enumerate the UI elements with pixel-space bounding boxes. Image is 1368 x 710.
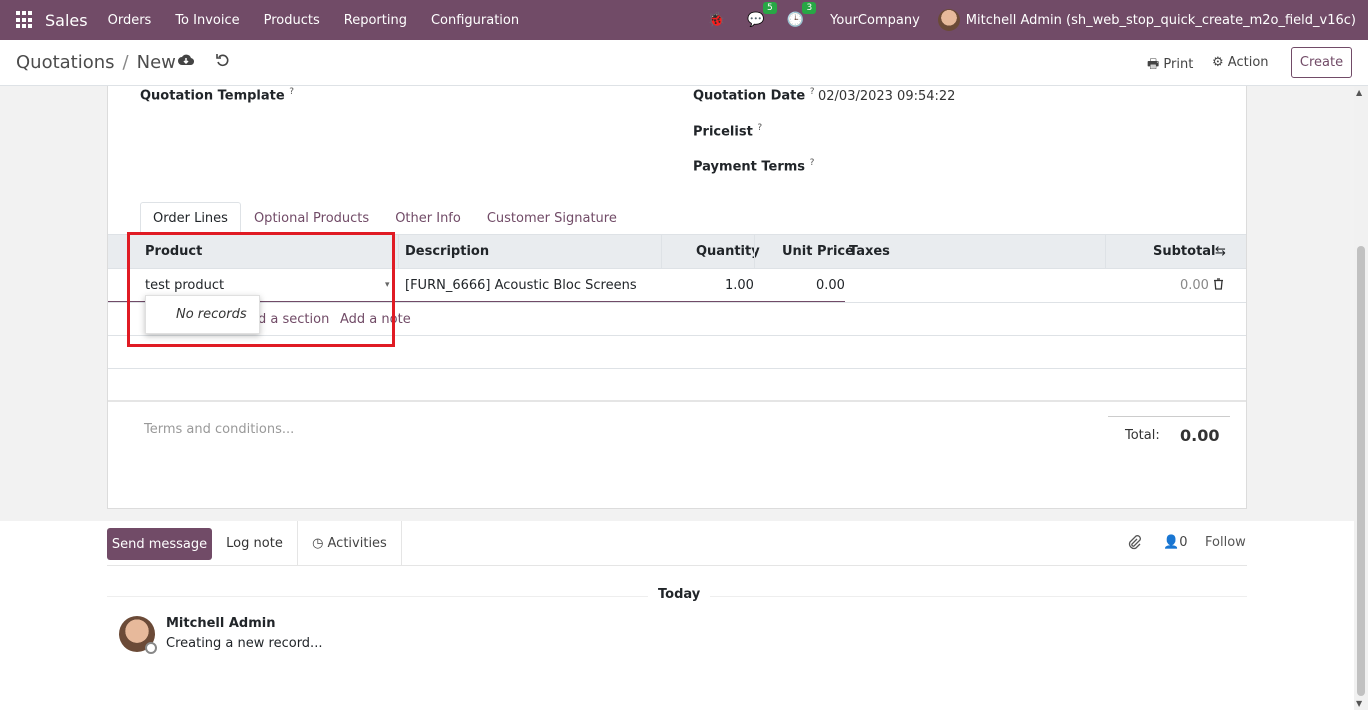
quotation-date-field[interactable]: 02/03/2023 09:54:22 xyxy=(818,89,955,104)
presence-status-icon xyxy=(145,642,157,654)
page-scrollbar[interactable]: ▲ ▼ xyxy=(1354,86,1368,710)
message-author[interactable]: Mitchell Admin xyxy=(166,616,275,631)
subtotal-cell: 0.00 xyxy=(1180,278,1209,293)
total-divider xyxy=(1108,416,1230,417)
user-avatar[interactable] xyxy=(937,9,960,31)
quotation-template-label: Quotation Template ? xyxy=(140,87,294,104)
print-label: Print xyxy=(1163,57,1194,72)
top-navbar: Sales Orders To Invoice Products Reporti… xyxy=(0,0,1368,40)
scroll-down-icon[interactable]: ▼ xyxy=(1356,699,1362,708)
menu-products[interactable]: Products xyxy=(264,13,320,28)
action-button[interactable]: ⚙ Action xyxy=(1212,55,1269,70)
author-avatar[interactable] xyxy=(119,616,157,654)
help-tooltip-icon[interactable]: ? xyxy=(810,87,815,97)
create-button[interactable]: Create xyxy=(1291,47,1352,78)
follow-button[interactable]: Follow xyxy=(1205,535,1246,550)
activities-button[interactable]: ◷ Activities xyxy=(298,521,402,566)
date-separator: Today xyxy=(648,587,711,602)
col-unit-price[interactable]: Unit Price xyxy=(782,244,854,259)
pricelist-label: Pricelist ? xyxy=(693,123,763,140)
messages-badge: 5 xyxy=(763,2,777,14)
messages-icon[interactable]: 💬 5 xyxy=(747,2,777,28)
company-switcher[interactable]: YourCompany xyxy=(830,13,920,28)
tab-optional-products[interactable]: Optional Products xyxy=(241,202,382,235)
print-button[interactable]: 🖶 Print xyxy=(1147,55,1193,77)
description-cell[interactable]: [FURN_6666] Acoustic Bloc Screens xyxy=(405,278,637,293)
gear-icon: ⚙ xyxy=(1212,55,1224,70)
print-icon: 🖶 xyxy=(1147,57,1160,72)
quantity-cell[interactable]: 1.00 xyxy=(725,278,754,293)
highlight-box xyxy=(127,232,395,347)
scrollbar-thumb[interactable] xyxy=(1357,246,1365,696)
apps-menu-icon[interactable] xyxy=(16,11,34,29)
tab-other-info[interactable]: Other Info xyxy=(382,202,474,235)
scroll-up-icon[interactable]: ▲ xyxy=(1356,88,1362,97)
total-label: Total: xyxy=(1125,428,1160,443)
debug-bug-icon[interactable]: 🐞 xyxy=(708,12,725,28)
save-cloud-icon[interactable] xyxy=(178,52,195,71)
breadcrumb-current: New xyxy=(136,52,176,73)
optional-columns-icon[interactable]: ⇆ xyxy=(1215,244,1226,259)
action-label: Action xyxy=(1227,55,1269,70)
breadcrumb-quotations[interactable]: Quotations xyxy=(16,52,115,73)
log-note-button[interactable]: Log note xyxy=(212,521,298,566)
quotation-date-label: Quotation Date ? xyxy=(693,87,815,104)
message-body: Creating a new record... xyxy=(166,636,323,651)
app-brand[interactable]: Sales xyxy=(45,11,88,30)
menu-to-invoice[interactable]: To Invoice xyxy=(175,13,239,28)
payment-terms-label: Payment Terms ? xyxy=(693,158,815,175)
empty-row xyxy=(108,369,1246,402)
control-panel: Quotations / New 🖶 Print ⚙ Action Create xyxy=(0,40,1368,86)
discard-undo-icon[interactable] xyxy=(216,52,230,71)
help-tooltip-icon[interactable]: ? xyxy=(289,87,294,97)
col-description[interactable]: Description xyxy=(405,244,489,259)
tab-order-lines[interactable]: Order Lines xyxy=(140,202,241,235)
activities-label: Activities xyxy=(327,536,387,551)
menu-orders[interactable]: Orders xyxy=(108,13,152,28)
send-message-button[interactable]: Send message xyxy=(107,528,212,560)
menu-configuration[interactable]: Configuration xyxy=(431,13,519,28)
col-taxes[interactable]: Taxes xyxy=(849,244,890,259)
user-icon: 👤 xyxy=(1163,535,1180,550)
menu-reporting[interactable]: Reporting xyxy=(344,13,407,28)
help-tooltip-icon[interactable]: ? xyxy=(757,123,762,133)
activities-badge: 3 xyxy=(802,2,817,14)
terms-conditions-input[interactable]: Terms and conditions... xyxy=(144,422,294,437)
col-quantity[interactable]: Quantity xyxy=(696,244,760,259)
followers-button[interactable]: 👤0 xyxy=(1163,535,1187,550)
tab-customer-signature[interactable]: Customer Signature xyxy=(474,202,630,235)
user-menu[interactable]: Mitchell Admin (sh_web_stop_quick_create… xyxy=(966,13,1356,28)
clock-icon: ◷ xyxy=(312,536,324,551)
col-subtotal[interactable]: Subtotal xyxy=(1153,244,1216,259)
breadcrumb-separator: / xyxy=(122,52,129,73)
activities-clock-icon[interactable]: 🕒 3 xyxy=(787,2,817,28)
notebook-tabs: Order Lines Optional Products Other Info… xyxy=(140,202,630,235)
help-tooltip-icon[interactable]: ? xyxy=(810,158,815,168)
trash-icon[interactable] xyxy=(1213,278,1224,294)
paperclip-icon[interactable] xyxy=(1127,534,1141,554)
chatter: Send message Log note ◷ Activities 👤0 Fo… xyxy=(0,521,1368,710)
chatter-topbar: Send message Log note ◷ Activities 👤0 Fo… xyxy=(107,521,1247,566)
followers-count: 0 xyxy=(1179,535,1188,550)
unit-price-cell[interactable]: 0.00 xyxy=(816,278,845,293)
breadcrumb: Quotations / New xyxy=(16,52,176,73)
total-value: 0.00 xyxy=(1180,426,1220,445)
